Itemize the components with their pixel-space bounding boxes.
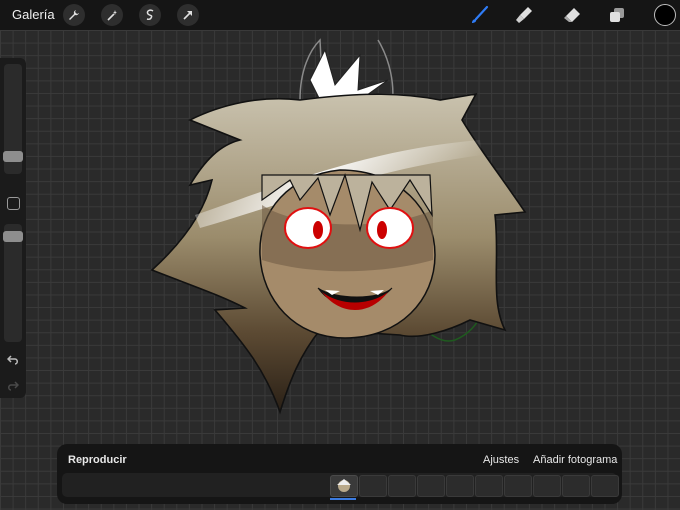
play-button[interactable]: Reproducir: [68, 454, 127, 466]
frame-thumbnail[interactable]: [562, 475, 590, 497]
frame-thumbnail[interactable]: [475, 475, 503, 497]
opacity-thumb[interactable]: [3, 231, 23, 242]
undo-icon[interactable]: [6, 353, 20, 367]
wrench-icon[interactable]: [63, 4, 85, 26]
selection-icon[interactable]: [139, 4, 161, 26]
smudge-icon[interactable]: [512, 4, 536, 26]
frame-thumbnail[interactable]: [533, 475, 561, 497]
eraser-icon[interactable]: [560, 4, 584, 26]
modifier-button[interactable]: [7, 197, 20, 210]
layers-icon[interactable]: [605, 4, 629, 26]
frame-strip: [62, 473, 619, 500]
redo-icon[interactable]: [6, 379, 20, 393]
brush-size-thumb[interactable]: [3, 151, 23, 162]
animation-timeline: Reproducir Ajustes Añadir fotograma: [57, 444, 622, 504]
frame-thumbnail[interactable]: [359, 475, 387, 497]
canvas-drawing[interactable]: [0, 0, 680, 510]
frame-thumbnail[interactable]: [504, 475, 532, 497]
color-picker-swatch[interactable]: [654, 4, 676, 26]
frame-thumbnail[interactable]: [330, 475, 358, 497]
add-frame-button[interactable]: Añadir fotograma: [533, 454, 617, 466]
side-toolbar: [0, 58, 26, 398]
frame-thumbnail[interactable]: [417, 475, 445, 497]
gallery-button[interactable]: Galería: [12, 7, 55, 22]
frame-thumbnail[interactable]: [591, 475, 619, 497]
transform-arrow-icon[interactable]: [177, 4, 199, 26]
brush-icon[interactable]: [468, 4, 492, 26]
active-frame-indicator: [330, 498, 356, 500]
frame-thumbnail[interactable]: [446, 475, 474, 497]
top-toolbar: Galería: [0, 0, 680, 30]
magic-wand-icon[interactable]: [101, 4, 123, 26]
frame-thumbnail[interactable]: [388, 475, 416, 497]
timeline-settings-button[interactable]: Ajustes: [483, 454, 519, 466]
